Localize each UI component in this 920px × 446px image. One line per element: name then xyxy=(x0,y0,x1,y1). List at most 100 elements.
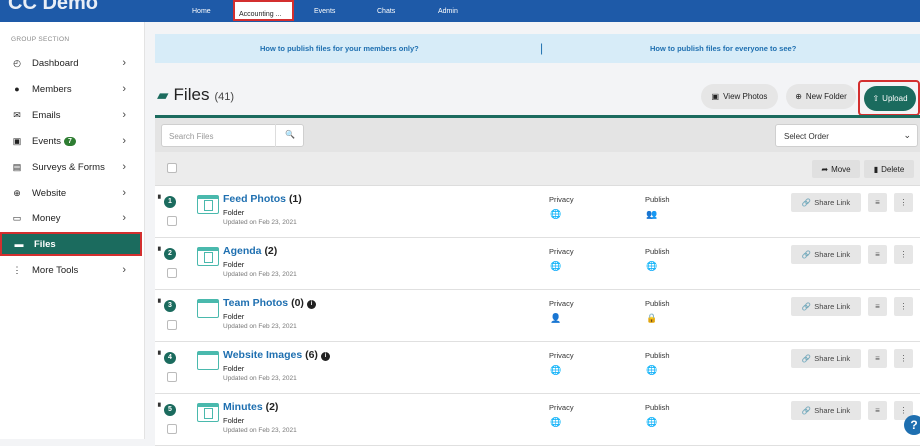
folder-name[interactable]: Team Photos (0) i xyxy=(223,297,316,309)
chevron-right-icon: › xyxy=(122,109,126,121)
folder-icon xyxy=(197,351,219,370)
nav-accounting[interactable]: Accounting ... xyxy=(233,0,294,21)
pin-icon[interactable]: ▖ xyxy=(158,347,163,355)
upload-button[interactable]: ⇧ Upload xyxy=(864,86,916,111)
new-folder-button[interactable]: ⊕ New Folder xyxy=(786,84,856,109)
sidebar-item-label: Website xyxy=(32,187,67,199)
sidebar-item-label: Members xyxy=(32,83,72,95)
chevron-right-icon: › xyxy=(122,212,126,224)
table-row: ▖ 4 Website Images (6) i Folder Updated o… xyxy=(155,343,920,394)
nav-admin[interactable]: Admin xyxy=(438,8,458,15)
sidebar-item-members[interactable]: ● Members › xyxy=(0,77,142,101)
more-options-icon[interactable]: ⋮ xyxy=(894,297,913,316)
globe-icon[interactable]: 🌐 xyxy=(646,261,657,272)
list-icon[interactable]: ≡ xyxy=(868,349,887,368)
share-link-label: Share Link xyxy=(814,302,851,311)
privacy-label: Privacy xyxy=(549,247,574,256)
more-options-icon[interactable]: ⋮ xyxy=(894,193,913,212)
sidebar-item-money[interactable]: ▭ Money › xyxy=(0,206,142,230)
privacy-label: Privacy xyxy=(549,351,574,360)
share-link-label: Share Link xyxy=(814,250,851,259)
share-link-button[interactable]: 🔗 Share Link xyxy=(791,297,861,316)
nav-home[interactable]: Home xyxy=(192,8,211,15)
folder-name[interactable]: Website Images (6) i xyxy=(223,349,330,361)
help-button[interactable]: ? xyxy=(904,415,920,435)
share-link-button[interactable]: 🔗 Share Link xyxy=(791,245,861,264)
globe-icon[interactable]: 🌐 xyxy=(550,365,561,376)
calendar-icon: ▣ xyxy=(12,135,22,146)
link-icon: 🔗 xyxy=(801,406,812,415)
pin-icon[interactable]: ▖ xyxy=(158,243,163,251)
events-count-badge: 7 xyxy=(64,136,76,146)
sidebar-item-surveys-forms[interactable]: ▤ Surveys & Forms › xyxy=(0,155,142,179)
more-options-icon[interactable]: ⋮ xyxy=(894,245,913,264)
nav-chats[interactable]: Chats xyxy=(377,8,395,15)
link-icon: 🔗 xyxy=(801,250,812,259)
help-link-members-only[interactable]: How to publish files for your members on… xyxy=(260,44,419,53)
list-icon[interactable]: ≡ xyxy=(868,297,887,316)
folder-name[interactable]: Feed Photos (1) xyxy=(223,193,302,205)
pin-icon[interactable]: ▖ xyxy=(158,399,163,407)
move-button[interactable]: ➦ Move xyxy=(812,160,860,178)
folder-name[interactable]: Minutes (2) xyxy=(223,401,278,413)
folder-open-icon: ▰ xyxy=(157,87,169,104)
group-icon[interactable]: 👥 xyxy=(646,209,657,220)
sidebar-item-dashboard[interactable]: ◴ Dashboard › xyxy=(0,51,142,75)
folder-name-text: Minutes xyxy=(223,401,263,413)
share-link-button[interactable]: 🔗 Share Link xyxy=(791,349,861,368)
plus-circle-icon: ⊕ xyxy=(795,92,802,101)
search-icon[interactable]: 🔍 xyxy=(275,124,304,147)
folder-icon xyxy=(197,403,219,422)
pin-icon[interactable]: ▖ xyxy=(158,191,163,199)
document-icon xyxy=(204,252,213,263)
sidebar-item-more-tools[interactable]: ⋮ More Tools › xyxy=(0,258,142,282)
globe-icon[interactable]: 🌐 xyxy=(550,417,561,428)
sidebar-item-files[interactable]: ▬ Files xyxy=(0,232,142,256)
clipboard-icon: ▤ xyxy=(12,161,22,172)
row-checkbox[interactable] xyxy=(167,268,177,278)
list-icon[interactable]: ≡ xyxy=(868,401,887,420)
more-options-icon[interactable]: ⋮ xyxy=(894,349,913,368)
document-icon xyxy=(204,408,213,419)
delete-button[interactable]: ▮ Delete xyxy=(864,160,914,178)
document-icon xyxy=(204,200,213,211)
share-link-button[interactable]: 🔗 Share Link xyxy=(791,401,861,420)
globe-icon[interactable]: 🌐 xyxy=(646,365,657,376)
folder-name-text: Agenda xyxy=(223,245,262,257)
sidebar-item-label: Emails xyxy=(32,109,61,121)
share-link-button[interactable]: 🔗 Share Link xyxy=(791,193,861,212)
table-row: ▖ 5 Minutes (2) Folder Updated on Feb 23… xyxy=(155,395,920,446)
sidebar-item-website[interactable]: ⊕ Website › xyxy=(0,181,142,205)
row-checkbox[interactable] xyxy=(167,216,177,226)
info-icon[interactable]: i xyxy=(320,352,330,361)
chevron-down-icon: ⌄ xyxy=(903,130,911,140)
sidebar-item-emails[interactable]: ✉ Emails › xyxy=(0,103,142,127)
nav-events[interactable]: Events xyxy=(314,8,335,15)
order-select-value: Select Order xyxy=(784,132,829,141)
sidebar-item-label: Dashboard xyxy=(32,57,79,69)
share-link-label: Share Link xyxy=(814,198,851,207)
globe-icon[interactable]: 🌐 xyxy=(550,209,561,220)
help-link-everyone[interactable]: How to publish files for everyone to see… xyxy=(650,44,796,53)
lock-icon[interactable]: 🔒 xyxy=(646,313,657,324)
info-icon[interactable]: i xyxy=(306,300,316,309)
order-select[interactable]: Select Order ⌄ xyxy=(775,124,918,147)
row-checkbox[interactable] xyxy=(167,320,177,330)
members-icon[interactable]: 👤 xyxy=(550,313,561,324)
row-number-badge: 4 xyxy=(164,352,176,364)
view-photos-button[interactable]: ▣ View Photos xyxy=(701,84,778,109)
list-icon[interactable]: ≡ xyxy=(868,245,887,264)
brand-logo[interactable]: CC Demo xyxy=(8,0,98,15)
list-icon[interactable]: ≡ xyxy=(868,193,887,212)
globe-icon[interactable]: 🌐 xyxy=(550,261,561,272)
photo-icon: ▣ xyxy=(711,92,720,101)
banner-divider: | xyxy=(540,41,544,55)
files-panel: Search Files 🔍 Select Order ⌄ ➦ Move ▮ D… xyxy=(155,115,920,446)
select-all-checkbox[interactable] xyxy=(167,163,177,173)
row-checkbox[interactable] xyxy=(167,372,177,382)
row-checkbox[interactable] xyxy=(167,424,177,434)
folder-name[interactable]: Agenda (2) xyxy=(223,245,277,257)
globe-icon[interactable]: 🌐 xyxy=(646,417,657,428)
sidebar-item-events[interactable]: ▣ Events 7 › xyxy=(0,129,142,153)
pin-icon[interactable]: ▖ xyxy=(158,295,163,303)
